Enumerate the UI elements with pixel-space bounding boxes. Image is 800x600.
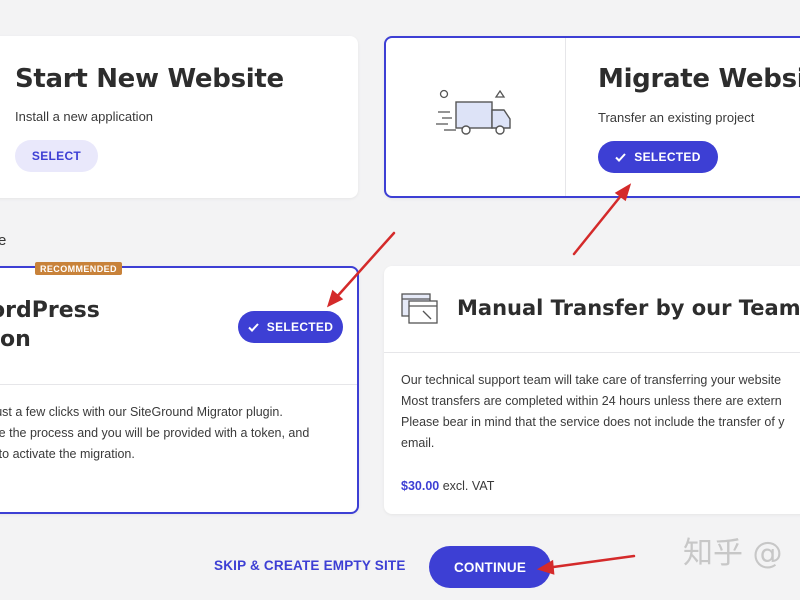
start-new-website-select-button[interactable]: SELECT (15, 140, 98, 172)
section-heading-fragment: e (0, 232, 7, 249)
browser-window-icon (401, 293, 438, 324)
wordpress-automigration-title: /ordPress tion (0, 296, 100, 354)
continue-button[interactable]: CONTINUE (429, 546, 551, 588)
migrate-website-title: Migrate Website (598, 64, 800, 94)
annotation-arrow (572, 190, 626, 256)
desc-line: n just a few clicks with our SiteGround … (0, 405, 283, 419)
migrate-website-card[interactable]: Migrate Website Transfer an existing pro… (384, 36, 800, 198)
start-new-website-subtitle: Install a new application (15, 109, 154, 124)
annotation-arrow (544, 554, 636, 570)
wordpress-button-label: SELECTED (266, 320, 334, 334)
wordpress-automigration-description: n just a few clicks with our SiteGround … (0, 402, 342, 465)
card-divider (384, 352, 800, 353)
price-amount: $30.00 (401, 479, 440, 493)
skip-create-empty-site-link[interactable]: SKIP & CREATE EMPTY SITE (214, 558, 406, 573)
desc-line: inue the process and you will be provide… (0, 426, 310, 440)
desc-line: se to activate the migration. (0, 447, 135, 461)
desc-line: email. (401, 436, 435, 450)
checkmark-icon (248, 322, 259, 332)
manual-transfer-card[interactable]: Manual Transfer by our Team Our technica… (384, 266, 800, 514)
card-divider (565, 38, 566, 196)
desc-line: Most transfers are completed within 24 h… (401, 394, 782, 408)
card-divider (0, 384, 357, 385)
wordpress-automigration-card[interactable]: RECOMMENDED /ordPress tion SELECTED n ju… (0, 262, 359, 514)
watermark: 知乎 @ (683, 536, 783, 571)
manual-transfer-price: $30.00 excl. VAT (401, 479, 494, 493)
migrate-website-button-label: SELECTED (634, 150, 701, 164)
migrate-website-selected-button[interactable]: SELECTED (598, 141, 718, 173)
migrate-website-subtitle: Transfer an existing project (598, 110, 755, 125)
manual-transfer-description: Our technical support team will take car… (401, 370, 800, 454)
desc-line: Our technical support team will take car… (401, 373, 782, 387)
title-line-2: tion (0, 327, 31, 352)
recommended-badge: RECOMMENDED (35, 262, 122, 275)
wordpress-automigration-selected-button[interactable]: SELECTED (238, 311, 343, 343)
start-new-website-title: Start New Website (15, 64, 284, 94)
manual-transfer-title: Manual Transfer by our Team (457, 296, 800, 320)
start-new-website-card[interactable]: Start New Website Install a new applicat… (0, 36, 358, 198)
title-line-1: /ordPress (0, 298, 100, 323)
price-suffix: excl. VAT (439, 479, 495, 493)
desc-line: Please bear in mind that the service doe… (401, 415, 785, 429)
truck-icon (436, 89, 511, 135)
checkmark-icon (615, 152, 627, 162)
